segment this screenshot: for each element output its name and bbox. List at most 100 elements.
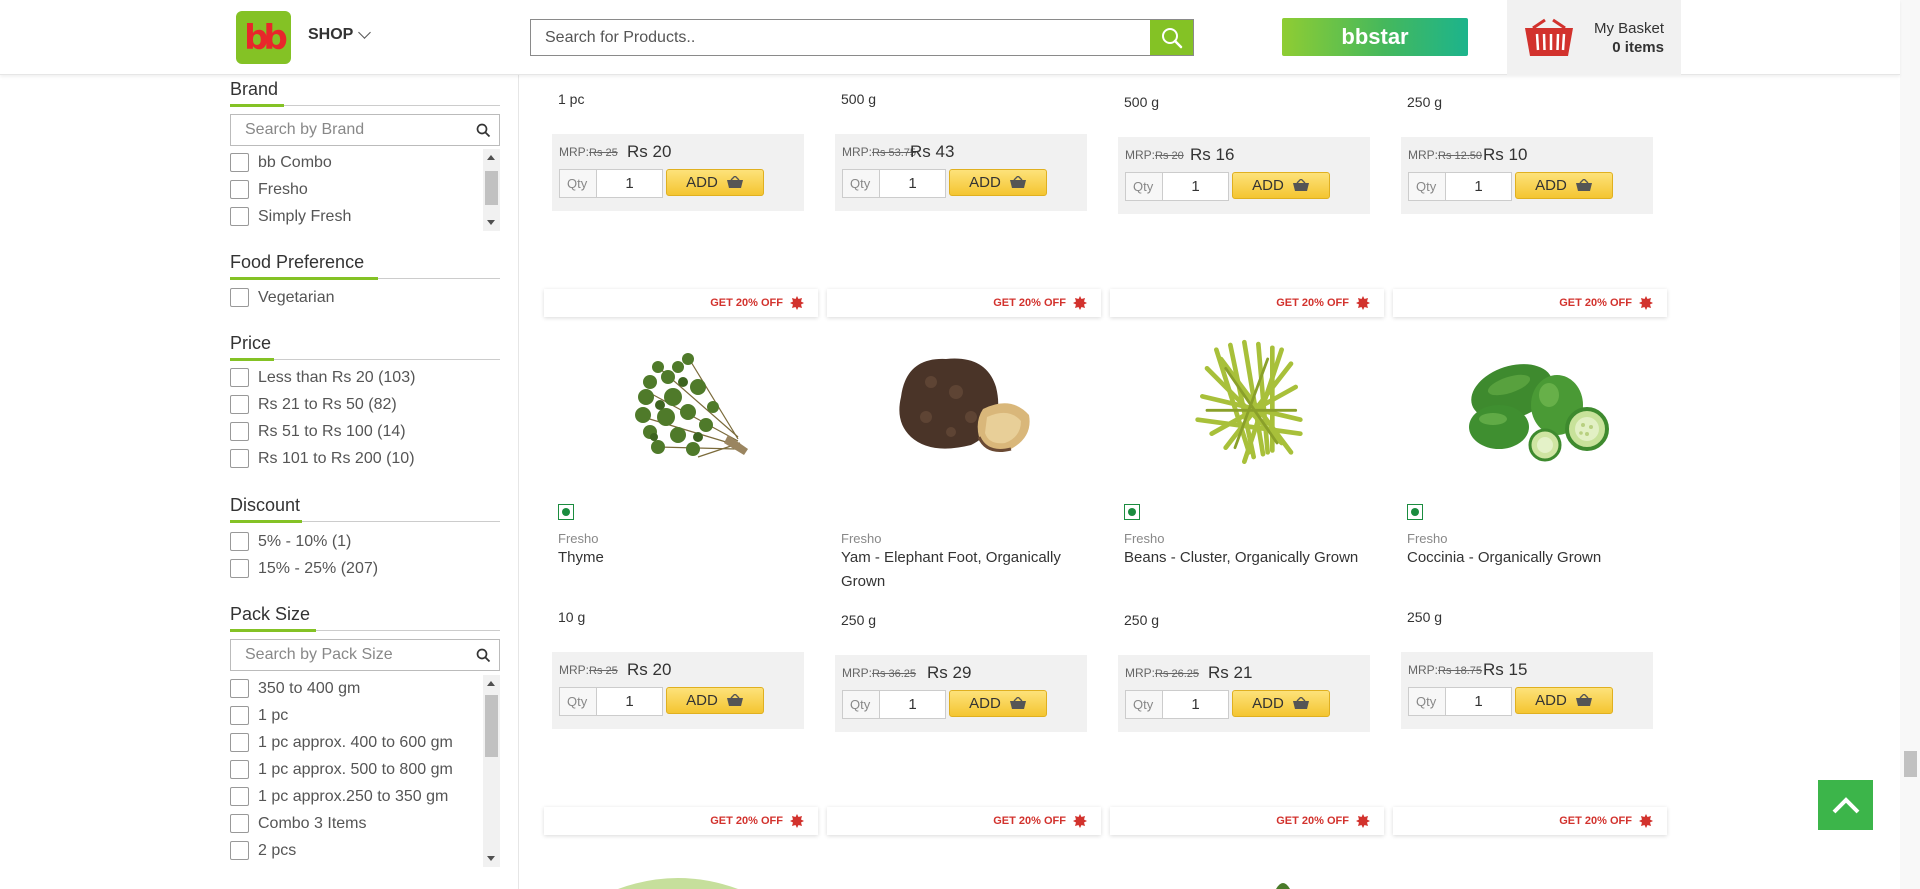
price-option-2[interactable]: Rs 21 to Rs 50 (82) <box>230 391 500 418</box>
product-image[interactable] <box>608 873 748 889</box>
bigbasket-logo[interactable]: bb <box>236 11 291 64</box>
selling-price: Rs 15 <box>1483 660 1528 679</box>
quantity-field[interactable]: Qty 1 <box>559 687 663 716</box>
product-size: 500 g <box>1124 94 1160 110</box>
brand-search-input[interactable] <box>231 115 499 145</box>
offer-banner: GET 20% OFF <box>544 289 818 317</box>
pack-option-4[interactable]: 1 pc approx. 500 to 800 gm <box>230 756 500 783</box>
pack-size-list-scrollbar[interactable] <box>483 675 500 867</box>
product-brand: Fresho <box>558 531 599 546</box>
quantity-field[interactable]: Qty 1 <box>1408 687 1512 716</box>
price-option-4[interactable]: Rs 101 to Rs 200 (10) <box>230 445 500 472</box>
food-option-vegetarian[interactable]: Vegetarian <box>230 284 500 311</box>
product-size: 250 g <box>841 612 877 628</box>
offer-badge-icon <box>790 296 804 310</box>
checkbox[interactable] <box>230 679 249 698</box>
scroll-thumb[interactable] <box>485 171 498 205</box>
scroll-down-arrow-icon[interactable] <box>487 856 495 861</box>
pack-size-filter-title: Pack Size <box>230 604 500 632</box>
add-button[interactable]: ADD <box>1232 172 1330 199</box>
brand-list-scrollbar[interactable] <box>483 149 500 231</box>
back-to-top-button[interactable] <box>1818 780 1873 830</box>
search-input[interactable] <box>531 20 1150 55</box>
product-name[interactable]: Coccinia - Organically Grown <box>1407 546 1657 570</box>
mrp-value: Rs 18.75 <box>1438 665 1483 677</box>
product-image[interactable] <box>1268 877 1298 889</box>
pack-option-6[interactable]: Combo 3 Items <box>230 810 500 837</box>
checkbox[interactable] <box>230 841 249 860</box>
page-scrollbar[interactable] <box>1900 0 1920 889</box>
product-brand: Fresho <box>1407 531 1448 546</box>
checkbox[interactable] <box>230 180 249 199</box>
checkbox[interactable] <box>230 288 249 307</box>
selling-price: Rs 29 <box>927 663 972 682</box>
checkbox[interactable] <box>230 814 249 833</box>
product-name[interactable]: Beans - Cluster, Organically Grown <box>1124 546 1374 570</box>
pack-option-3[interactable]: 1 pc approx. 400 to 600 gm <box>230 729 500 756</box>
checkbox[interactable] <box>230 422 249 441</box>
discount-option-2[interactable]: 15% - 25% (207) <box>230 555 500 582</box>
coccinia-image[interactable] <box>1437 337 1627 477</box>
checkbox[interactable] <box>230 559 249 578</box>
checkbox[interactable] <box>230 153 249 172</box>
thyme-image[interactable] <box>588 337 778 477</box>
offer-text: GET 20% OFF <box>993 815 1066 827</box>
add-button[interactable]: ADD <box>666 169 764 196</box>
product-card: 500 g MRP:Rs 53.75 Rs 43 Qty 1 ADD <box>835 75 1093 212</box>
price-box: MRP:Rs 53.75 Rs 43 Qty 1 ADD <box>835 134 1087 211</box>
add-button[interactable]: ADD <box>949 169 1047 196</box>
veg-indicator-icon <box>558 504 574 520</box>
discount-option-1[interactable]: 5% - 10% (1) <box>230 528 500 555</box>
add-button[interactable]: ADD <box>1515 687 1613 714</box>
beans-image[interactable] <box>1154 331 1344 471</box>
product-size: 1 pc <box>558 91 585 107</box>
search-button[interactable] <box>1150 20 1193 55</box>
quantity-field[interactable]: Qty 1 <box>842 690 946 719</box>
brand-option-simply-fresh[interactable]: Simply Fresh <box>230 203 500 230</box>
quantity-field[interactable]: Qty 1 <box>1125 690 1229 719</box>
product-name[interactable]: Thyme <box>558 546 808 570</box>
page-scroll-thumb[interactable] <box>1904 751 1917 777</box>
my-basket[interactable]: My Basket 0 items <box>1507 0 1681 75</box>
scroll-down-arrow-icon[interactable] <box>487 220 495 225</box>
price-option-3[interactable]: Rs 51 to Rs 100 (14) <box>230 418 500 445</box>
price-option-1[interactable]: Less than Rs 20 (103) <box>230 364 500 391</box>
yam-image[interactable] <box>871 337 1061 477</box>
add-button[interactable]: ADD <box>949 690 1047 717</box>
quantity-field[interactable]: Qty 1 <box>559 169 663 198</box>
pack-option-5[interactable]: 1 pc approx.250 to 350 gm <box>230 783 500 810</box>
checkbox[interactable] <box>230 207 249 226</box>
bbstar-banner[interactable]: bbstar <box>1282 18 1468 56</box>
mrp: MRP:Rs 26.25 <box>1125 666 1200 680</box>
offer-banner: GET 20% OFF <box>544 807 818 835</box>
checkbox[interactable] <box>230 449 249 468</box>
scroll-up-arrow-icon[interactable] <box>487 681 495 686</box>
add-button[interactable]: ADD <box>1232 690 1330 717</box>
add-button[interactable]: ADD <box>666 687 764 714</box>
shop-menu[interactable]: SHOP <box>308 26 372 44</box>
checkbox[interactable] <box>230 532 249 551</box>
checkbox[interactable] <box>230 760 249 779</box>
scroll-up-arrow-icon[interactable] <box>487 155 495 160</box>
quantity-field[interactable]: Qty 1 <box>842 169 946 198</box>
checkbox[interactable] <box>230 395 249 414</box>
quantity-field[interactable]: Qty 1 <box>1125 172 1229 201</box>
add-button[interactable]: ADD <box>1515 172 1613 199</box>
food-preference-filter: Food Preference Vegetarian <box>230 252 500 311</box>
pack-option-2[interactable]: 1 pc <box>230 702 500 729</box>
pack-size-search-input[interactable] <box>231 640 499 670</box>
brand-option-bb-combo[interactable]: bb Combo <box>230 149 500 176</box>
pack-option-1[interactable]: 350 to 400 gm <box>230 675 500 702</box>
brand-options-list: bb Combo Fresho Simply Fresh <box>230 149 500 231</box>
pack-option-7[interactable]: 2 pcs <box>230 837 500 864</box>
checkbox[interactable] <box>230 787 249 806</box>
checkbox[interactable] <box>230 733 249 752</box>
checkbox[interactable] <box>230 368 249 387</box>
quantity-field[interactable]: Qty 1 <box>1408 172 1512 201</box>
checkbox[interactable] <box>230 706 249 725</box>
brand-option-fresho[interactable]: Fresho <box>230 176 500 203</box>
selling-price: Rs 10 <box>1483 145 1528 164</box>
product-name[interactable]: Yam - Elephant Foot, Organically Grown <box>841 546 1091 594</box>
scroll-thumb[interactable] <box>485 695 498 757</box>
price-filter: Price Less than Rs 20 (103) Rs 21 to Rs … <box>230 333 500 472</box>
